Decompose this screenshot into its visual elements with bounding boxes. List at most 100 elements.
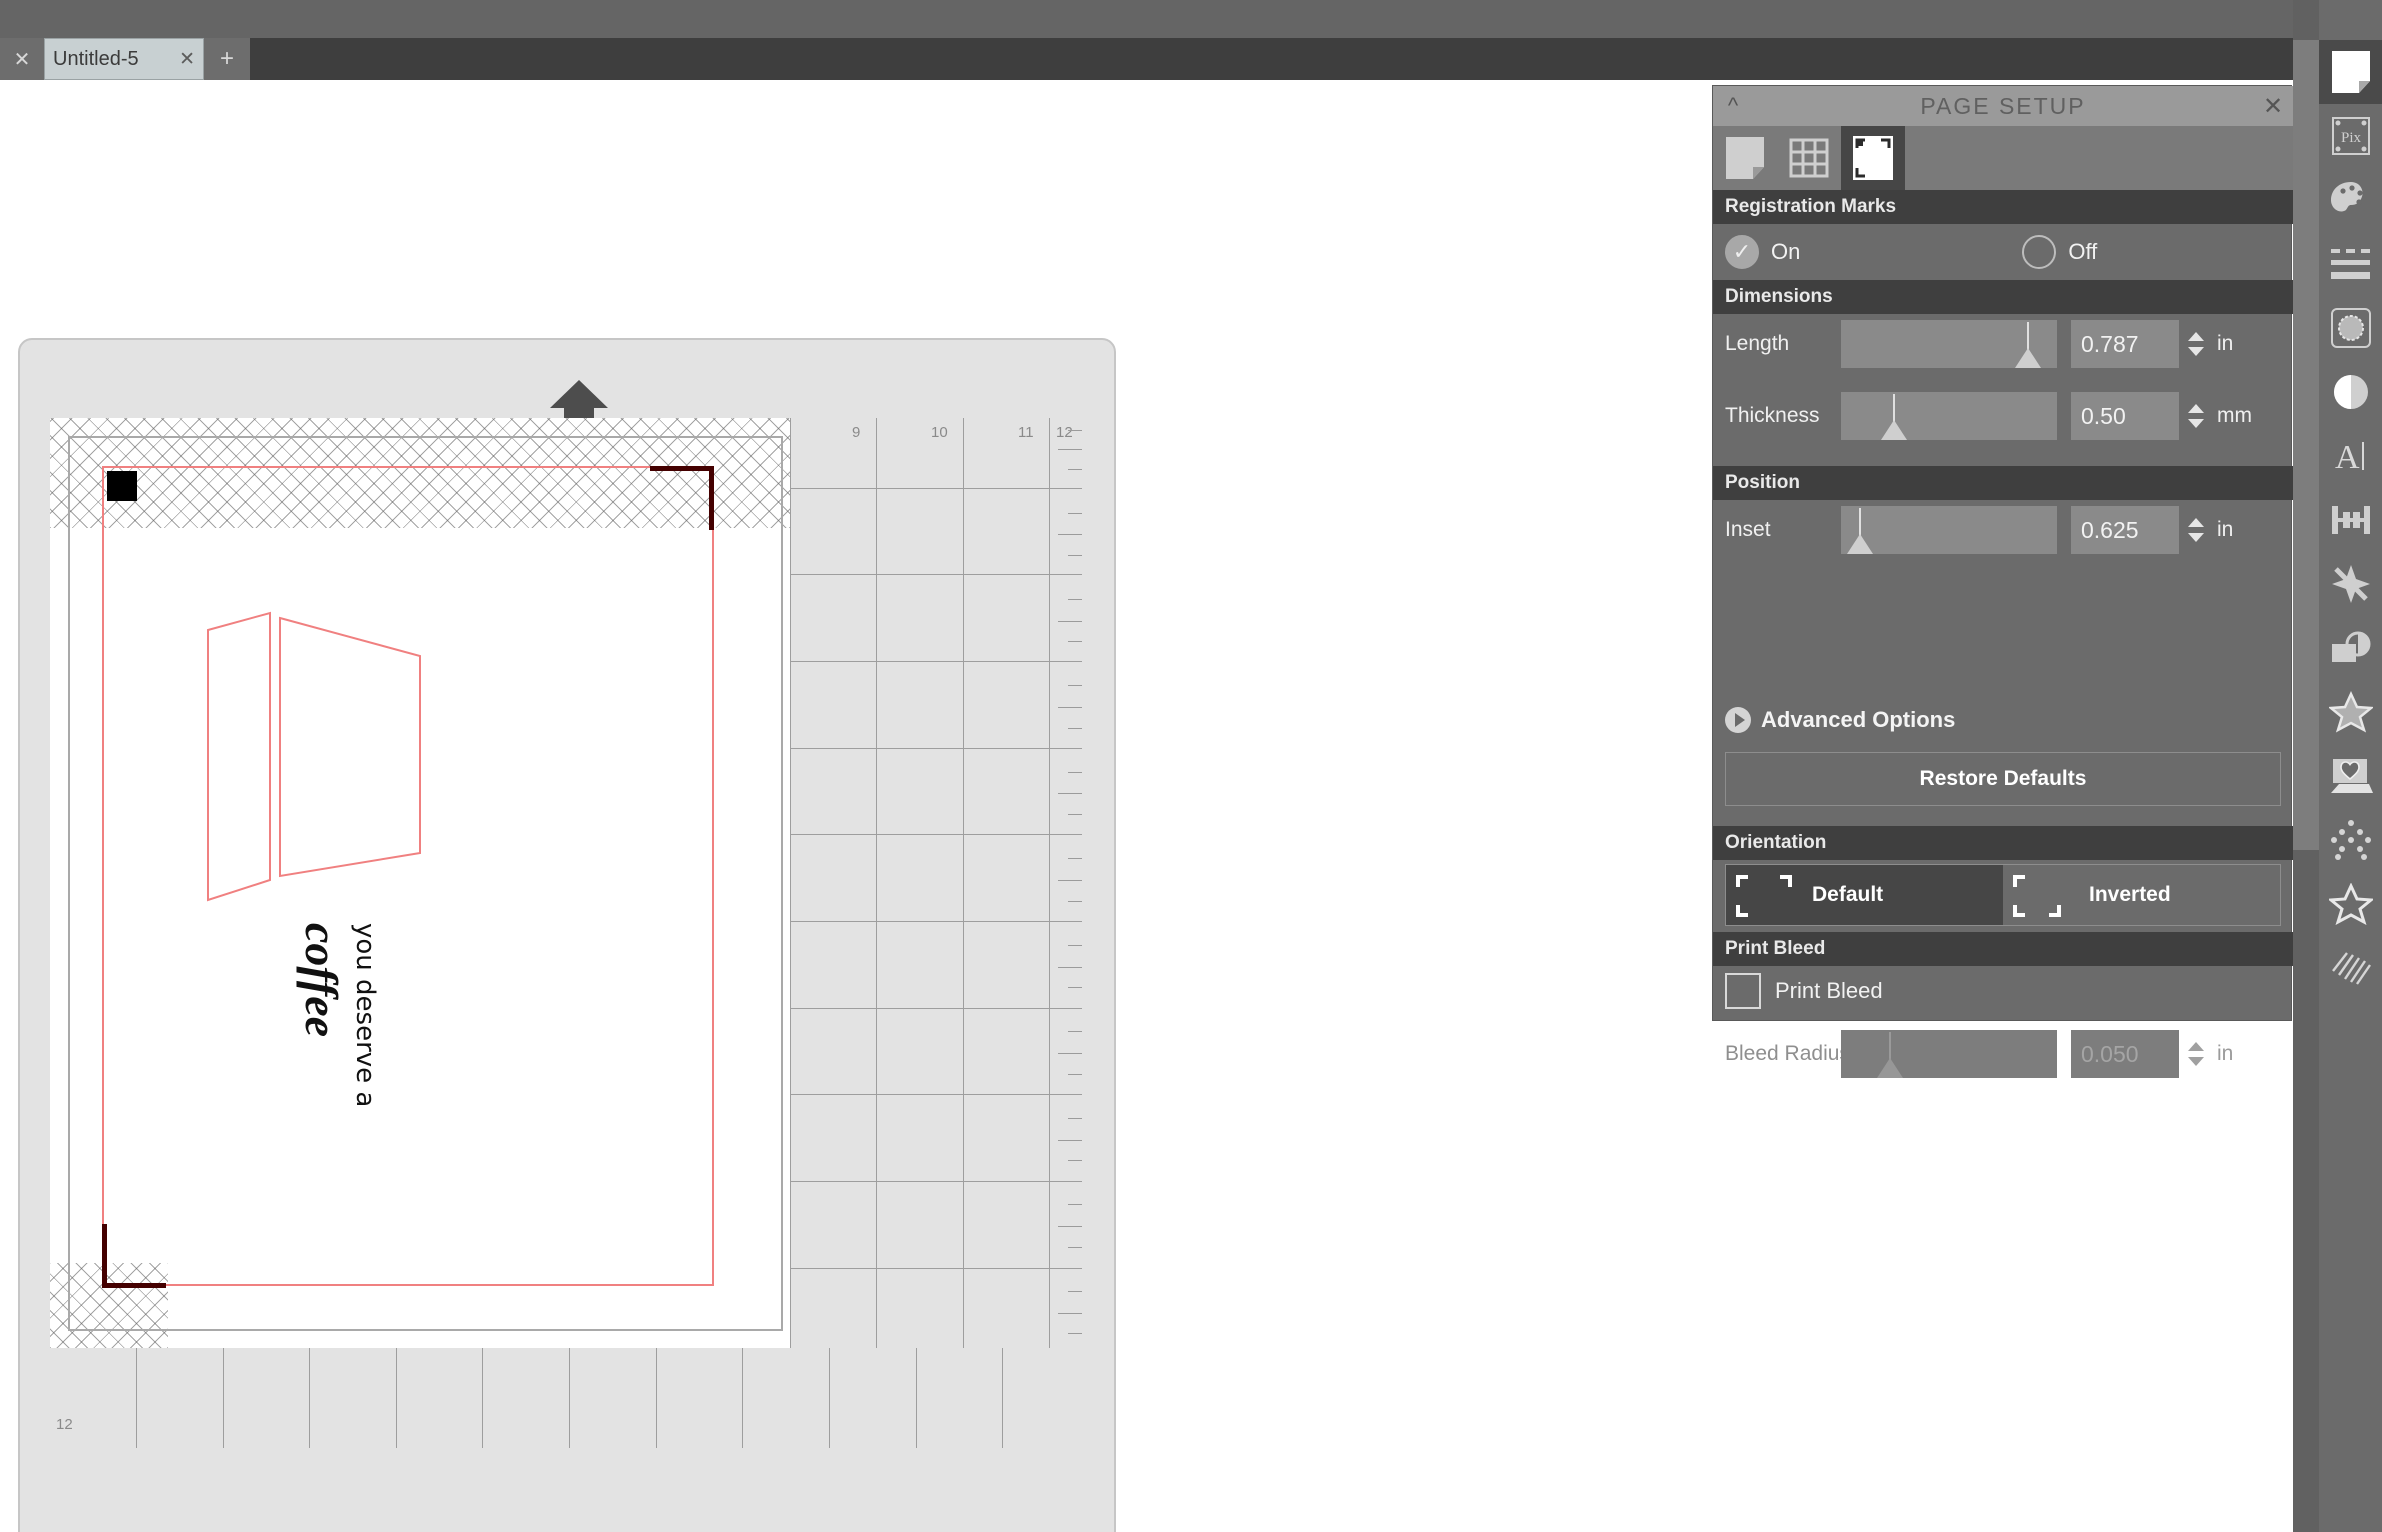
right-toolbar-scrollbar-thumb[interactable] bbox=[2293, 40, 2319, 850]
orientation-toggle-group[interactable]: Default Inverted bbox=[1725, 864, 2281, 926]
mat-work-surface[interactable]: you deserve a coffee 9 10 11 12 bbox=[50, 418, 1082, 1348]
close-all-tabs-icon[interactable]: ✕ bbox=[0, 38, 44, 80]
stipple-icon bbox=[2329, 819, 2373, 861]
registration-mark-bottom-left bbox=[102, 1224, 166, 1288]
sketch-tool[interactable] bbox=[2319, 936, 2382, 1000]
registration-off-label: Off bbox=[2068, 239, 2097, 265]
artwork-text-group[interactable]: you deserve a coffee bbox=[295, 923, 380, 1107]
registration-mark-top-right bbox=[650, 466, 714, 530]
registration-off-radio[interactable] bbox=[2022, 235, 2056, 269]
page-setup-panel-title: PAGE SETUP bbox=[1753, 93, 2253, 120]
ruler-number-10: 10 bbox=[931, 424, 948, 441]
inset-slider[interactable] bbox=[1841, 506, 2057, 554]
bleed-radius-value-field: 0.050 bbox=[2071, 1030, 2179, 1078]
modify-tool[interactable] bbox=[2319, 552, 2382, 616]
star-outline-icon bbox=[2329, 691, 2373, 733]
pixscan-tool[interactable]: Pix bbox=[2319, 104, 2382, 168]
mat-ruler-bottom: 12 bbox=[50, 1348, 1082, 1448]
line-style-tool[interactable] bbox=[2319, 232, 2382, 296]
length-stepper[interactable] bbox=[2185, 320, 2207, 368]
registration-marks-options[interactable]: On Off bbox=[1713, 224, 2293, 280]
length-label: Length bbox=[1713, 332, 1841, 356]
inset-row[interactable]: Inset 0.625 in bbox=[1713, 506, 2293, 554]
page-size-tab[interactable] bbox=[1713, 126, 1777, 190]
close-icon[interactable]: ✕ bbox=[179, 48, 195, 71]
inset-unit: in bbox=[2217, 518, 2233, 542]
thickness-value-field[interactable]: 0.50 bbox=[2071, 392, 2179, 440]
new-tab-button[interactable]: + bbox=[204, 38, 250, 80]
ruler-number-11: 11 bbox=[1018, 424, 1034, 441]
ruler-number-12: 12 bbox=[1056, 424, 1073, 441]
align-tool[interactable] bbox=[2319, 488, 2382, 552]
registration-marks-section-title: Registration Marks bbox=[1713, 190, 2293, 224]
dimensions-section-title: Dimensions bbox=[1713, 280, 2293, 314]
position-section-title: Position bbox=[1713, 466, 2293, 500]
library-tool[interactable] bbox=[2319, 744, 2382, 808]
close-icon[interactable]: ✕ bbox=[2253, 86, 2293, 126]
mat-ruler-right: 9 10 11 12 bbox=[790, 418, 1082, 1348]
orientation-section-title: Orientation bbox=[1713, 826, 2293, 860]
pixscan-icon: Pix bbox=[2330, 115, 2372, 157]
thickness-unit: mm bbox=[2217, 404, 2252, 428]
orientation-default-label: Default bbox=[1812, 883, 1883, 907]
page-setup-panel[interactable]: ^ PAGE SETUP ✕ bbox=[1712, 85, 2292, 1021]
document-tabstrip: ✕ Untitled-5 ✕ + bbox=[0, 38, 2293, 80]
thickness-slider[interactable] bbox=[1841, 392, 2057, 440]
library-heart-icon bbox=[2329, 757, 2373, 795]
print-bleed-section-title: Print Bleed bbox=[1713, 932, 2293, 966]
ruler-number-9: 9 bbox=[852, 424, 860, 441]
registration-on-radio[interactable] bbox=[1725, 235, 1759, 269]
palette-icon bbox=[2329, 180, 2373, 220]
rhinestone-tool[interactable] bbox=[2319, 872, 2382, 936]
fill-opacity-tool[interactable] bbox=[2319, 360, 2382, 424]
print-bleed-checkbox[interactable] bbox=[1725, 973, 1761, 1009]
thickness-stepper[interactable] bbox=[2185, 392, 2207, 440]
bleed-radius-stepper bbox=[2185, 1030, 2207, 1078]
inset-value-field[interactable]: 0.625 bbox=[2071, 506, 2179, 554]
page-icon bbox=[2331, 50, 2371, 94]
page-setup-tab-bar[interactable] bbox=[1713, 126, 2293, 190]
modify-icon bbox=[2330, 563, 2372, 605]
star-rhinestone-icon bbox=[2329, 883, 2373, 925]
advanced-options-toggle[interactable]: Advanced Options bbox=[1713, 698, 2293, 742]
offset-tool[interactable] bbox=[2319, 616, 2382, 680]
page-setup-tool[interactable] bbox=[2319, 40, 2382, 104]
artwork-text-line-2: coffee bbox=[295, 923, 348, 1107]
corner-bl-icon bbox=[2013, 903, 2027, 917]
artwork-text-line-1: you deserve a bbox=[350, 923, 380, 1107]
svg-text:Pix: Pix bbox=[2340, 130, 2361, 146]
corner-bl-icon bbox=[1736, 903, 1750, 917]
inset-label: Inset bbox=[1713, 518, 1841, 542]
inset-stepper[interactable] bbox=[2185, 506, 2207, 554]
bleed-radius-row: Bleed Radius 0.050 in bbox=[1713, 1030, 2293, 1078]
registration-marks-tab[interactable] bbox=[1841, 126, 1905, 190]
orientation-default-option[interactable]: Default bbox=[1726, 865, 2003, 925]
length-slider[interactable] bbox=[1841, 320, 2057, 368]
send-tool[interactable] bbox=[2319, 680, 2382, 744]
bleed-radius-unit: in bbox=[2217, 1042, 2233, 1066]
print-bleed-checkbox-row[interactable]: Print Bleed bbox=[1713, 966, 2293, 1016]
cutting-mat[interactable]: you deserve a coffee 9 10 11 12 bbox=[18, 338, 1116, 1532]
length-value-field[interactable]: 0.787 bbox=[2071, 320, 2179, 368]
trace-tool[interactable] bbox=[2319, 296, 2382, 360]
sketch-hatch-icon bbox=[2329, 949, 2373, 987]
restore-defaults-button[interactable]: Restore Defaults bbox=[1725, 752, 2281, 806]
document-tab-untitled-5[interactable]: Untitled-5 ✕ bbox=[44, 38, 204, 80]
window-titlebar bbox=[0, 0, 2293, 38]
ruler-bottom-number: 12 bbox=[56, 1416, 73, 1433]
artwork-cut-shapes[interactable] bbox=[200, 608, 480, 938]
stipple-tool[interactable] bbox=[2319, 808, 2382, 872]
text-style-tool[interactable]: A bbox=[2319, 424, 2382, 488]
corner-tr-icon bbox=[1778, 875, 1792, 889]
orientation-inverted-option[interactable]: Inverted bbox=[2003, 865, 2280, 925]
color-palette-tool[interactable] bbox=[2319, 168, 2382, 232]
page-setup-panel-header: ^ PAGE SETUP ✕ bbox=[1713, 86, 2293, 126]
thickness-row[interactable]: Thickness 0.50 mm bbox=[1713, 392, 2293, 440]
grid-tab[interactable] bbox=[1777, 126, 1841, 190]
corner-tl-icon bbox=[1736, 875, 1750, 889]
length-row[interactable]: Length 0.787 in bbox=[1713, 320, 2293, 368]
orientation-inverted-label: Inverted bbox=[2089, 883, 2171, 907]
chevron-up-icon[interactable]: ^ bbox=[1713, 86, 1753, 126]
text-icon: A bbox=[2331, 436, 2371, 476]
bleed-radius-slider bbox=[1841, 1030, 2057, 1078]
